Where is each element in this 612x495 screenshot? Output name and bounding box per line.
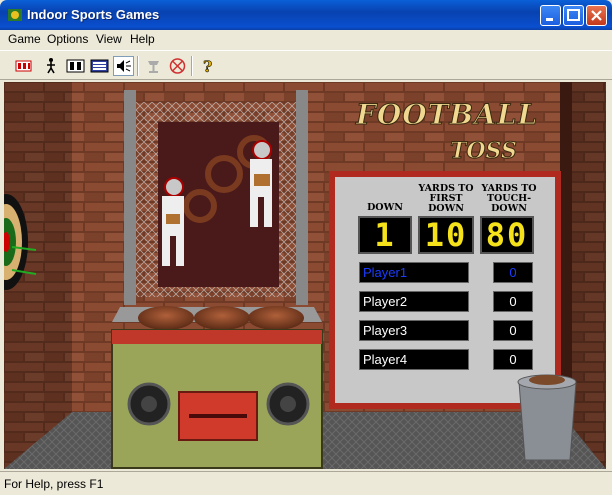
close-button[interactable] — [586, 5, 607, 26]
game-logo: FOOTBALL TOSS — [354, 92, 537, 172]
trophy-icon — [148, 61, 159, 73]
player-3-score: 0 — [493, 320, 533, 341]
player-icon — [47, 58, 55, 74]
maximize-button[interactable] — [563, 5, 584, 26]
player-3-name: Player3 — [359, 320, 469, 341]
maximize-icon — [567, 9, 580, 21]
player-2-score: 0 — [493, 291, 533, 312]
svg-text:?: ? — [203, 57, 212, 76]
two-player-icon — [66, 59, 85, 73]
menu-game[interactable]: Game — [8, 32, 41, 46]
down-display: 1 — [358, 216, 412, 254]
no-entry-icon — [169, 58, 186, 74]
toolbar-scoreboard-button[interactable] — [13, 56, 34, 76]
toolbar-two-player-button[interactable] — [65, 56, 86, 76]
toolbar-keyboard-button[interactable] — [89, 56, 110, 76]
logo-line-2: TOSS — [450, 138, 518, 165]
menu-help[interactable]: Help — [130, 32, 155, 46]
minimize-button[interactable] — [540, 5, 561, 26]
title-bar[interactable]: Indoor Sports Games — [0, 0, 612, 30]
window-title: Indoor Sports Games — [27, 7, 160, 22]
yards-to-touchdown-display: 80 — [480, 216, 534, 254]
player-4-name: Player4 — [359, 349, 469, 370]
minimize-icon — [546, 18, 553, 21]
app-window: Indoor Sports Games Game Options View He… — [0, 0, 612, 495]
close-icon — [591, 10, 602, 21]
toolbar-player-button[interactable] — [41, 56, 62, 76]
yards-to-first-display: 10 — [418, 216, 474, 254]
toolbar-separator — [137, 56, 139, 76]
toolbar: ? — [0, 50, 612, 80]
logo-line-1: FOOTBALL — [355, 98, 539, 132]
toolbar-sound-button[interactable] — [113, 56, 134, 76]
player-4-score: 0 — [493, 349, 533, 370]
player-2-name: Player2 — [359, 291, 469, 312]
header-yards-first: YARDS TO FIRST DOWN — [418, 183, 474, 214]
menu-view[interactable]: View — [96, 32, 122, 46]
player-1-name: Player1 — [359, 262, 469, 283]
help-icon: ? — [203, 57, 213, 77]
app-icon — [8, 9, 22, 21]
menu-options[interactable]: Options — [47, 32, 88, 46]
status-text: For Help, press F1 — [4, 477, 104, 491]
toolbar-no-entry-button[interactable] — [167, 56, 188, 76]
header-down: DOWN — [367, 202, 403, 213]
status-bar: For Help, press F1 — [0, 471, 612, 495]
toolbar-separator — [191, 56, 193, 76]
toolbar-trophy-button[interactable] — [143, 56, 164, 76]
sound-icon — [117, 60, 131, 72]
scoreboard-icon — [15, 60, 32, 72]
keyboard-icon — [90, 59, 109, 73]
player-1-score: 0 — [493, 262, 533, 283]
menu-bar: Game Options View Help — [0, 30, 612, 49]
toolbar-help-button[interactable]: ? — [197, 56, 218, 77]
header-yards-td: YARDS TO TOUCH-DOWN — [481, 183, 537, 214]
